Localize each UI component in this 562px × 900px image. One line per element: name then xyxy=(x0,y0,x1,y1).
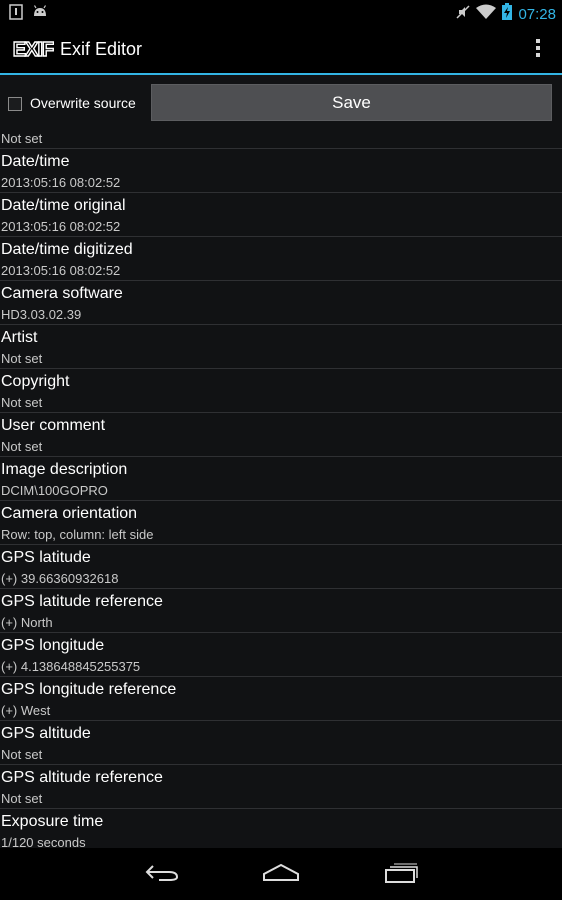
navigation-bar xyxy=(0,848,562,900)
list-item-title: GPS altitude xyxy=(1,725,91,742)
list-item-title: GPS longitude reference xyxy=(1,681,177,698)
list-item[interactable]: Date/time digitized 2013:05:16 08:02:52 xyxy=(0,237,562,281)
android-icon xyxy=(32,4,48,25)
list-item-value: DCIM\100GOPRO xyxy=(1,483,108,498)
list-item-title: Date/time digitized xyxy=(1,241,133,258)
list-item[interactable]: Artist Not set xyxy=(0,325,562,369)
list-item-value: Not set xyxy=(1,791,43,806)
list-item[interactable]: Date/time 2013:05:16 08:02:52 xyxy=(0,149,562,193)
battery-charging-icon xyxy=(502,3,513,25)
list-item-value: HD3.03.02.39 xyxy=(1,307,82,322)
list-item-value: (+) 4.138648845255375 xyxy=(1,659,141,674)
controls-row: Overwrite source Save xyxy=(0,75,562,130)
list-item[interactable]: GPS altitude Not set xyxy=(0,721,562,765)
overwrite-source-label[interactable]: Overwrite source xyxy=(30,95,136,111)
list-item-value: (+) 39.66360932618 xyxy=(1,571,119,586)
recents-icon[interactable] xyxy=(384,862,418,889)
list-item[interactable]: GPS longitude (+) 4.138648845255375 xyxy=(0,633,562,677)
list-item-title: GPS longitude xyxy=(1,637,105,654)
list-item-value: Row: top, column: left side xyxy=(1,527,154,542)
list-item-title: Exposure time xyxy=(1,813,104,830)
home-icon[interactable] xyxy=(262,862,300,887)
notification-icon xyxy=(9,4,23,25)
list-item-title: Date/time original xyxy=(1,197,126,214)
wifi-icon xyxy=(476,4,497,25)
mute-icon xyxy=(456,4,470,25)
list-item[interactable]: Date/time original 2013:05:16 08:02:52 xyxy=(0,193,562,237)
save-button[interactable]: Save xyxy=(151,84,552,121)
list-item-title: Camera software xyxy=(1,285,123,302)
exif-tag-list: Not set Date/time 2013:05:16 08:02:52 Date… xyxy=(0,130,562,853)
list-item-partial-value[interactable]: Not set xyxy=(0,130,562,149)
list-item-value: Not set xyxy=(1,439,43,454)
list-item[interactable]: GPS latitude reference (+) North xyxy=(0,589,562,633)
logo-text: EXIF xyxy=(13,39,54,61)
list-item-title: Copyright xyxy=(1,373,70,390)
list-item[interactable]: User comment Not set xyxy=(0,413,562,457)
action-bar: EXIF Exif Editor xyxy=(0,25,562,75)
list-item-value: Not set xyxy=(1,395,43,410)
list-item[interactable]: Copyright Not set xyxy=(0,369,562,413)
list-item-value: (+) West xyxy=(1,703,51,718)
list-item-value: (+) North xyxy=(1,615,53,630)
list-item-title: Date/time xyxy=(1,153,70,170)
list-item-value: 2013:05:16 08:02:52 xyxy=(1,219,121,234)
overwrite-source-checkbox[interactable] xyxy=(8,97,22,111)
list-item-title: GPS altitude reference xyxy=(1,769,163,786)
list-item-title: Camera orientation xyxy=(1,505,138,522)
list-item-title: GPS latitude reference xyxy=(1,593,163,610)
list-item[interactable]: GPS altitude reference Not set xyxy=(0,765,562,809)
list-item-title: Image description xyxy=(1,461,128,478)
app-title: Exif Editor xyxy=(60,39,143,59)
list-item-value: Not set xyxy=(1,747,43,762)
list-item[interactable]: Camera software HD3.03.02.39 xyxy=(0,281,562,325)
list-item-value: Not set xyxy=(1,351,43,366)
list-item[interactable]: Camera orientation Row: top, column: left… xyxy=(0,501,562,545)
list-item-title: GPS latitude xyxy=(1,549,91,566)
clock: 07:28 xyxy=(518,5,556,23)
list-item-value: 2013:05:16 08:02:52 xyxy=(1,263,121,278)
list-item-title: User comment xyxy=(1,417,106,434)
list-item-value: 2013:05:16 08:02:52 xyxy=(1,175,121,190)
list-item[interactable]: Image description DCIM\100GOPRO xyxy=(0,457,562,501)
list-item[interactable]: Exposure time 1/120 seconds xyxy=(0,809,562,853)
status-bar: 07:28 xyxy=(0,0,562,25)
list-item[interactable]: GPS latitude (+) 39.66360932618 xyxy=(0,545,562,589)
app-logo: EXIF xyxy=(12,37,56,66)
overflow-menu-icon[interactable] xyxy=(534,39,542,59)
list-item[interactable]: GPS longitude reference (+) West xyxy=(0,677,562,721)
back-icon[interactable] xyxy=(145,862,179,887)
list-item-title: Artist xyxy=(1,329,38,346)
